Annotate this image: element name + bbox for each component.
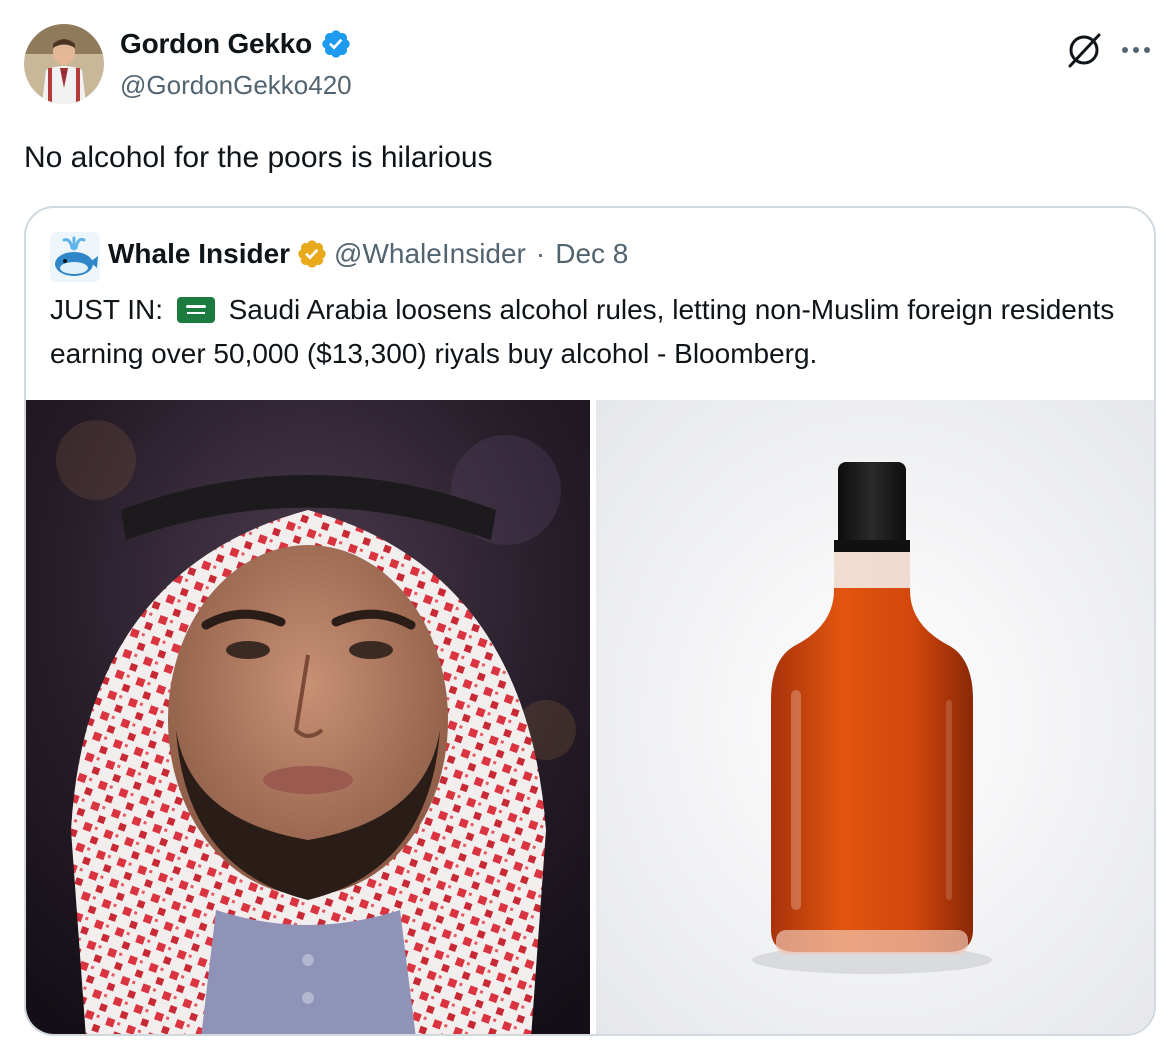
saudi-flag-icon <box>176 297 215 323</box>
quoted-author-avatar[interactable] <box>50 232 100 282</box>
more-icon[interactable] <box>1114 28 1158 72</box>
separator-dot: · <box>535 238 546 269</box>
tweet-text: No alcohol for the poors is hilarious <box>24 141 493 174</box>
quoted-tweet-date[interactable]: Dec 8 <box>555 238 628 270</box>
verified-gold-badge-icon[interactable] <box>296 238 328 270</box>
author-avatar[interactable] <box>24 24 104 104</box>
quoted-author-name[interactable]: Whale Insider <box>108 238 290 270</box>
quoted-media-image-1[interactable] <box>26 400 590 1034</box>
quoted-tweet-text: JUST IN: Saudi Arabia loosens alcohol ru… <box>50 288 1140 376</box>
quoted-tweet-header: Whale Insider @WhaleInsider · Dec 8 <box>108 238 628 270</box>
author-handle[interactable]: @GordonGekko420 <box>120 70 352 101</box>
verified-badge-icon[interactable] <box>320 28 352 60</box>
grok-icon[interactable] <box>1062 28 1106 72</box>
quoted-media-image-2[interactable] <box>596 400 1154 1034</box>
quoted-tweet-card[interactable]: Whale Insider @WhaleInsider · Dec 8 JUST… <box>24 206 1156 1036</box>
author-name[interactable]: Gordon Gekko <box>120 28 312 60</box>
quoted-author-handle[interactable]: @WhaleInsider <box>334 238 526 270</box>
quoted-text-prefix: JUST IN: <box>50 294 164 325</box>
